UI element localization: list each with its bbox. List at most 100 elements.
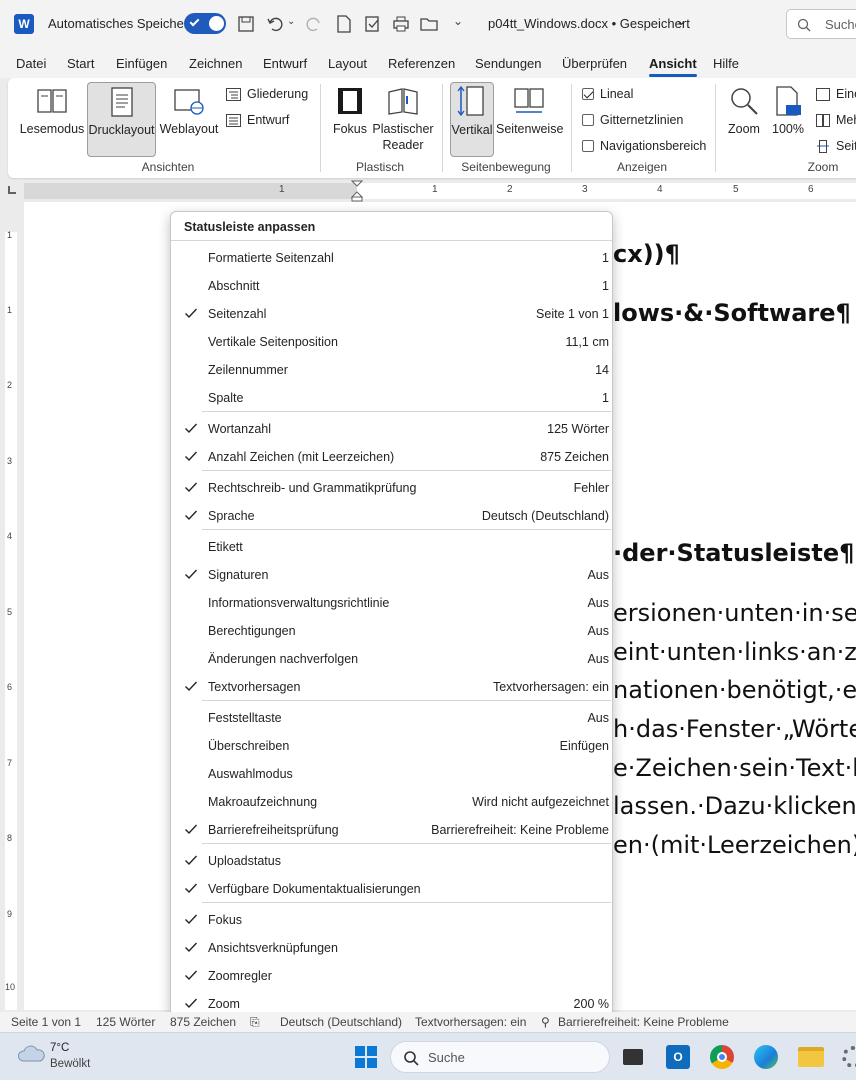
tab-ansicht[interactable]: Ansicht: [649, 56, 697, 77]
customize-toolbar-icon[interactable]: ⌄: [453, 14, 463, 28]
undo-icon[interactable]: [266, 15, 284, 33]
menu-item[interactable]: Sprache Deutsch (Deutschland): [171, 502, 612, 530]
vertical-ruler[interactable]: 1 1 2 3 4 5 6 7 8 9 10: [0, 202, 22, 1010]
tab-zeichnen[interactable]: Zeichnen: [189, 56, 242, 71]
tab-start[interactable]: Start: [67, 56, 94, 71]
menu-item[interactable]: Seitenzahl Seite 1 von 1: [171, 300, 612, 328]
undo-dropdown-icon[interactable]: ⌄: [287, 16, 295, 27]
vertikal-button[interactable]: Vertikal: [450, 82, 494, 157]
zoom-button[interactable]: Zoom: [722, 82, 766, 152]
windows-start-icon[interactable]: [355, 1046, 377, 1068]
autosave-toggle[interactable]: [184, 13, 226, 34]
ribbon-separator: [571, 84, 572, 172]
ribbon-tabs: Datei Start Einfügen Zeichnen Entwurf La…: [0, 48, 856, 78]
settings-gear-icon[interactable]: [842, 1046, 856, 1068]
tab-selector-icon[interactable]: [8, 186, 16, 194]
menu-item-label: Abschnitt: [208, 279, 260, 293]
title-chevron-down-icon[interactable]: ⌄: [676, 14, 686, 28]
menu-item[interactable]: Abschnitt 1: [171, 272, 612, 300]
status-page[interactable]: Seite 1 von 1: [11, 1015, 81, 1029]
status-accessibility[interactable]: Barrierefreiheit: Keine Probleme: [558, 1015, 729, 1029]
tab-datei[interactable]: Datei: [16, 56, 46, 71]
status-words[interactable]: 125 Wörter: [96, 1015, 155, 1029]
document-title[interactable]: p04tt_Windows.docx • Gespeichert: [488, 16, 690, 31]
seitenbreite-button[interactable]: Seit: [816, 139, 856, 153]
menu-item-value: 14: [595, 363, 609, 377]
drucklayout-button[interactable]: Drucklayout: [87, 82, 156, 157]
menu-item[interactable]: Verfügbare Dokumentaktualisierungen: [171, 875, 612, 903]
outlook-icon[interactable]: O: [666, 1045, 690, 1069]
ruler-number: 5: [733, 184, 739, 195]
mehrere-seiten-button[interactable]: Meh: [816, 113, 856, 127]
menu-item[interactable]: Formatierte Seitenzahl 1: [171, 244, 612, 272]
statusbar-customize-menu: Statusleiste anpassen Formatierte Seiten…: [170, 211, 613, 1016]
menu-item-label: Textvorhersagen: [208, 680, 301, 694]
checkmark-icon: [185, 883, 198, 894]
menu-item[interactable]: Feststelltaste Aus: [171, 704, 612, 732]
tab-entwurf[interactable]: Entwurf: [263, 56, 307, 71]
menu-item[interactable]: Überschreiben Einfügen: [171, 732, 612, 760]
lineal-checkbox[interactable]: Lineal: [582, 87, 633, 101]
menu-item[interactable]: Spalte 1: [171, 384, 612, 412]
tab-hilfe[interactable]: Hilfe: [713, 56, 739, 71]
tab-sendungen[interactable]: Sendungen: [475, 56, 542, 71]
menu-item[interactable]: Änderungen nachverfolgen Aus: [171, 645, 612, 673]
menu-item[interactable]: Rechtschreib- und Grammatikprüfung Fehler: [171, 474, 612, 502]
task-view-icon[interactable]: [623, 1049, 643, 1065]
menu-item[interactable]: Barrierefreiheitsprüfung Barrierefreiheit…: [171, 816, 612, 844]
chrome-icon[interactable]: [710, 1045, 734, 1069]
status-bar: Seite 1 von 1 125 Wörter 875 Zeichen ⎘ D…: [0, 1012, 856, 1032]
menu-item[interactable]: Zeilennummer 14: [171, 356, 612, 384]
redo-icon[interactable]: [305, 15, 323, 33]
menu-item[interactable]: Fokus: [171, 906, 612, 934]
new-document-icon[interactable]: [336, 15, 352, 33]
proofing-icon[interactable]: ⎘: [250, 1015, 260, 1030]
menu-item[interactable]: Berechtigungen Aus: [171, 617, 612, 645]
weblayout-button[interactable]: Weblayout: [158, 82, 220, 152]
fokus-button[interactable]: Fokus: [328, 82, 372, 152]
zoom-100-button[interactable]: 100%: [768, 82, 808, 152]
taskbar-search[interactable]: Suche: [390, 1041, 610, 1073]
lineal-check-icon: [582, 88, 594, 100]
status-predictions[interactable]: Textvorhersagen: ein: [415, 1015, 526, 1029]
gitternetzlinien-checkbox[interactable]: Gitternetzlinien: [582, 113, 683, 127]
menu-item[interactable]: Anzahl Zeichen (mit Leerzeichen) 875 Zeic…: [171, 443, 612, 471]
accessibility-icon[interactable]: ⚲: [541, 1015, 550, 1029]
open-folder-icon[interactable]: [420, 15, 438, 33]
menu-item[interactable]: Informationsverwaltungsrichtlinie Aus: [171, 589, 612, 617]
tab-ueberpruefen[interactable]: Überprüfen: [562, 56, 627, 71]
menu-item[interactable]: Makroaufzeichnung Wird nicht aufgezeichne…: [171, 788, 612, 816]
status-language[interactable]: Deutsch (Deutschland): [280, 1015, 402, 1029]
indent-marker-icon[interactable]: [351, 180, 363, 202]
lesemodus-button[interactable]: Lesemodus: [14, 82, 90, 152]
seitenweise-button[interactable]: Seitenweise: [496, 82, 563, 152]
menu-item[interactable]: Zoomregler: [171, 962, 612, 990]
print-preview-icon[interactable]: [363, 15, 381, 33]
save-icon[interactable]: [237, 15, 255, 33]
gliederung-button[interactable]: Gliederung: [226, 87, 308, 101]
horizontal-ruler[interactable]: 1 1 2 3 4 5 6: [0, 180, 856, 202]
tab-referenzen[interactable]: Referenzen: [388, 56, 455, 71]
tab-layout[interactable]: Layout: [328, 56, 367, 71]
navigationsbereich-checkbox[interactable]: Navigationsbereich: [582, 139, 706, 153]
menu-item[interactable]: Auswahlmodus: [171, 760, 612, 788]
menu-item[interactable]: Etikett: [171, 533, 612, 561]
menu-item[interactable]: Textvorhersagen Textvorhersagen: ein: [171, 673, 612, 701]
eine-seite-button[interactable]: Eine: [816, 87, 856, 101]
status-chars[interactable]: 875 Zeichen: [170, 1015, 236, 1029]
menu-item[interactable]: Vertikale Seitenposition 11,1 cm: [171, 328, 612, 356]
doc-paragraph-line: e·Zeichen·sein·Text·h: [613, 754, 856, 782]
search-box[interactable]: Suche: [786, 9, 856, 39]
file-explorer-icon[interactable]: [798, 1047, 824, 1067]
edge-icon[interactable]: [754, 1045, 778, 1069]
group-label-zoom: Zoom: [807, 160, 839, 174]
print-icon[interactable]: [392, 15, 410, 33]
menu-item[interactable]: Signaturen Aus: [171, 561, 612, 589]
ruler-margin-area: [24, 183, 357, 199]
menu-item[interactable]: Uploadstatus: [171, 847, 612, 875]
tab-einfuegen[interactable]: Einfügen: [116, 56, 167, 71]
entwurf-button[interactable]: Entwurf: [226, 113, 289, 127]
plastischer-reader-button[interactable]: Plastischer Reader: [370, 82, 436, 160]
menu-item[interactable]: Ansichtsverknüpfungen: [171, 934, 612, 962]
menu-item[interactable]: Wortanzahl 125 Wörter: [171, 415, 612, 443]
